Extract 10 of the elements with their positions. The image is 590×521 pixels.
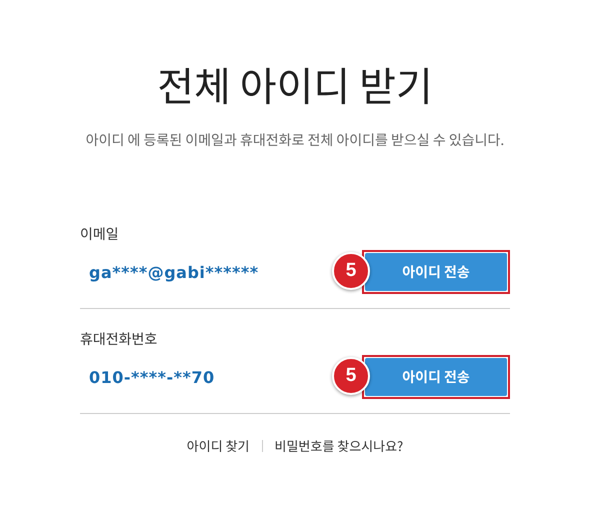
field-label: 이메일 bbox=[80, 224, 120, 244]
footer-link[interactable]: 아이디 찾기 bbox=[186, 436, 250, 455]
page-title: 전체 아이디 받기 bbox=[156, 56, 434, 112]
masked-value: 010-****-**70 bbox=[88, 368, 215, 386]
page-description: 아이디 에 등록된 이메일과 휴대전화로 전체 아이디를 받으실 수 있습니다. bbox=[84, 130, 506, 150]
step-badge: 5 bbox=[332, 357, 370, 395]
field-label: 휴대전화번호 bbox=[80, 329, 158, 349]
footer-link[interactable]: 비밀번호를 찾으시나요? bbox=[274, 436, 404, 455]
step-badge: 5 bbox=[332, 252, 370, 290]
masked-value: ga****@gabi****** bbox=[88, 262, 259, 282]
